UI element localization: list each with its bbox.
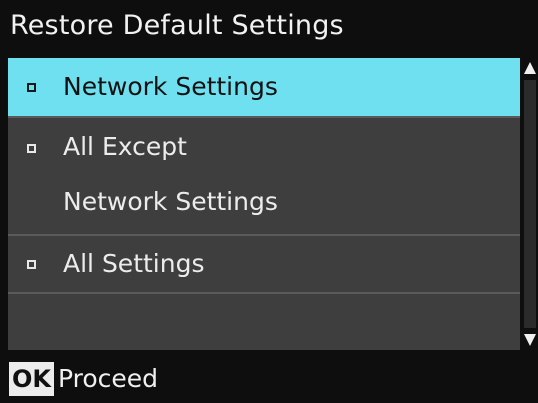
bullet-square-icon	[27, 260, 36, 269]
menu-item-all-except-network-settings[interactable]: All Except Network Settings	[8, 118, 520, 234]
scrollbar[interactable]	[522, 58, 538, 350]
page-title: Restore Default Settings	[10, 10, 344, 41]
menu-item-label-line-2: Network Settings	[63, 187, 278, 216]
menu-item-network-settings[interactable]: Network Settings	[8, 58, 520, 116]
menu-item-label-line-1: All Except	[63, 132, 187, 161]
menu-item-all-settings[interactable]: All Settings	[8, 236, 520, 292]
menu-item-label: Network Settings	[63, 72, 278, 101]
ok-key-badge: OK	[9, 362, 54, 396]
scroll-down-arrow-icon[interactable]	[524, 334, 536, 346]
scroll-up-arrow-icon[interactable]	[524, 62, 536, 74]
menu-item-empty	[8, 294, 520, 350]
bullet-square-icon	[27, 144, 36, 153]
proceed-label: Proceed	[58, 364, 159, 393]
lcd-screen: Restore Default Settings Network Setting…	[0, 0, 538, 403]
bullet-square-icon	[27, 83, 36, 92]
menu-list: Network Settings All Except Network Sett…	[8, 58, 520, 350]
footer-bar: OK Proceed	[0, 356, 538, 403]
scroll-track	[524, 80, 536, 328]
menu-item-label: All Settings	[63, 249, 205, 278]
